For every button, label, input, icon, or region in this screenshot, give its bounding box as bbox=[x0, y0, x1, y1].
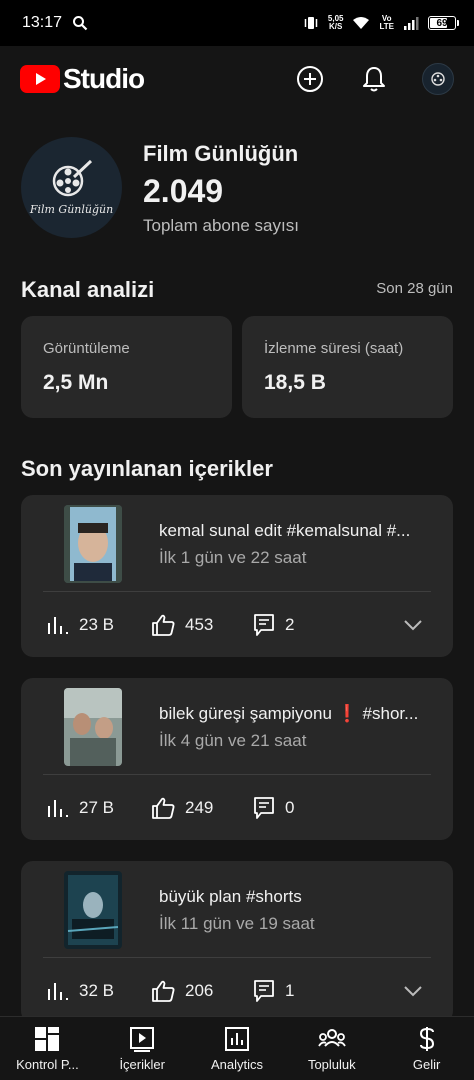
app-header: Studio bbox=[0, 46, 474, 112]
bar-chart-icon bbox=[48, 800, 68, 817]
video-thumbnail[interactable] bbox=[64, 871, 122, 949]
thumbs-up-icon bbox=[152, 980, 175, 1002]
bar-chart-icon bbox=[48, 617, 68, 634]
film-reel-pen-icon bbox=[52, 159, 92, 197]
channel-avatar-text: Film Günlüğün bbox=[29, 203, 114, 216]
bottom-navigation: Kontrol P... İçerikler Analytics Toplulu… bbox=[0, 1016, 474, 1080]
content-card[interactable]: büyük plan #shorts İlk 11 gün ve 19 saat… bbox=[21, 861, 453, 1023]
signal-icon bbox=[404, 17, 419, 30]
youtube-studio-logo[interactable]: Studio bbox=[20, 63, 145, 95]
divider bbox=[43, 591, 431, 592]
create-button[interactable] bbox=[294, 63, 326, 95]
thumbs-up-icon bbox=[152, 797, 175, 819]
likes-stat: 453 bbox=[151, 614, 253, 636]
video-title[interactable]: kemal sunal edit #kemalsunal #... bbox=[159, 521, 434, 541]
comments-value: 0 bbox=[285, 798, 295, 817]
video-title[interactable]: bilek güreşi şampiyonu ❗ #shor... bbox=[159, 704, 434, 724]
nav-label: Kontrol P... bbox=[16, 1057, 79, 1072]
video-thumbnail[interactable] bbox=[64, 505, 122, 583]
chevron-down-icon[interactable] bbox=[403, 985, 423, 997]
video-title[interactable]: büyük plan #shorts bbox=[159, 887, 434, 907]
video-period: İlk 11 gün ve 19 saat bbox=[159, 914, 315, 933]
analytics-icon bbox=[224, 1027, 249, 1051]
views-stat: 27 B bbox=[47, 798, 151, 818]
nav-content[interactable]: İçerikler bbox=[95, 1017, 190, 1080]
views-value: 32 B bbox=[79, 981, 114, 1000]
nav-label: Topluluk bbox=[307, 1057, 356, 1072]
channel-name: Film Günlüğün bbox=[143, 141, 299, 166]
earn-icon bbox=[419, 1027, 434, 1051]
divider bbox=[43, 774, 431, 775]
create-icon bbox=[297, 66, 323, 92]
volte-indicator: Vo LTE bbox=[379, 14, 394, 31]
search-icon bbox=[73, 16, 88, 31]
bar-chart-icon bbox=[48, 983, 68, 1000]
battery-icon: 69 bbox=[428, 16, 459, 30]
comment-icon bbox=[254, 980, 274, 1002]
video-period: İlk 4 gün ve 21 saat bbox=[159, 731, 307, 750]
nav-dashboard[interactable]: Kontrol P... bbox=[0, 1017, 95, 1080]
metric-value: 18,5 B bbox=[264, 371, 326, 394]
likes-stat: 249 bbox=[151, 797, 253, 819]
video-period: İlk 1 gün ve 22 saat bbox=[159, 548, 307, 567]
subscriber-count: 2.049 bbox=[143, 173, 224, 209]
comments-stat: 2 bbox=[253, 613, 294, 637]
notifications-icon bbox=[363, 67, 385, 92]
views-metric-card[interactable]: Görüntüleme 2,5 Mn bbox=[21, 316, 232, 418]
nav-label: Analytics bbox=[210, 1057, 263, 1072]
nav-label: İçerikler bbox=[119, 1057, 165, 1072]
status-time: 13:17 bbox=[22, 14, 63, 31]
views-stat: 23 B bbox=[47, 615, 151, 635]
views-stat: 32 B bbox=[47, 981, 151, 1001]
comments-stat: 0 bbox=[253, 796, 294, 820]
comments-value: 2 bbox=[285, 615, 295, 634]
nav-label: Gelir bbox=[412, 1057, 441, 1072]
watch-time-metric-card[interactable]: İzlenme süresi (saat) 18,5 B bbox=[242, 316, 453, 418]
metric-value: 2,5 Mn bbox=[43, 371, 109, 394]
content-card[interactable]: kemal sunal edit #kemalsunal #... İlk 1 … bbox=[21, 495, 453, 657]
likes-value: 249 bbox=[185, 798, 214, 817]
content-icon bbox=[130, 1027, 155, 1052]
comment-icon bbox=[254, 797, 274, 819]
account-avatar[interactable] bbox=[422, 63, 454, 95]
nav-analytics[interactable]: Analytics bbox=[190, 1017, 285, 1080]
thumbs-up-icon bbox=[152, 614, 175, 636]
logo-text: Studio bbox=[63, 63, 145, 94]
divider bbox=[43, 957, 431, 958]
subscriber-label: Toplam abone sayısı bbox=[143, 216, 299, 235]
nav-community[interactable]: Topluluk bbox=[284, 1017, 379, 1080]
comments-stat: 1 bbox=[253, 979, 294, 1003]
metric-label: Görüntüleme bbox=[43, 340, 130, 357]
channel-avatar[interactable]: Film Günlüğün bbox=[21, 137, 122, 238]
vibrate-icon bbox=[304, 17, 318, 29]
likes-value: 453 bbox=[185, 615, 214, 634]
network-speed: 5,05 K/S bbox=[327, 14, 344, 31]
status-bar: 13:17 5,05 K/S Vo LTE 69 bbox=[0, 0, 474, 46]
notifications-button[interactable] bbox=[358, 63, 390, 95]
nav-earn[interactable]: Gelir bbox=[379, 1017, 474, 1080]
comments-value: 1 bbox=[285, 981, 295, 1000]
analytics-title: Kanal analizi bbox=[21, 277, 155, 302]
metric-label: İzlenme süresi (saat) bbox=[264, 340, 404, 357]
likes-value: 206 bbox=[185, 981, 214, 1000]
likes-stat: 206 bbox=[151, 980, 253, 1002]
youtube-play-icon bbox=[20, 65, 60, 93]
comment-icon bbox=[254, 614, 274, 636]
dashboard-icon bbox=[35, 1027, 60, 1051]
community-icon bbox=[318, 1029, 346, 1047]
content-card[interactable]: bilek güreşi şampiyonu ❗ #shor... İlk 4 … bbox=[21, 678, 453, 840]
analytics-period: Son 28 gün bbox=[376, 280, 453, 297]
battery-level: 69 bbox=[436, 17, 448, 29]
views-value: 27 B bbox=[79, 798, 114, 817]
wifi-icon bbox=[353, 17, 370, 29]
chevron-down-icon[interactable] bbox=[403, 619, 423, 631]
video-thumbnail[interactable] bbox=[64, 688, 122, 766]
film-reel-icon bbox=[431, 72, 445, 86]
views-value: 23 B bbox=[79, 615, 114, 634]
recent-content-title: Son yayınlanan içerikler bbox=[21, 456, 273, 481]
channel-summary: Film Günlüğün Film Günlüğün 2.049 Toplam… bbox=[21, 137, 461, 238]
